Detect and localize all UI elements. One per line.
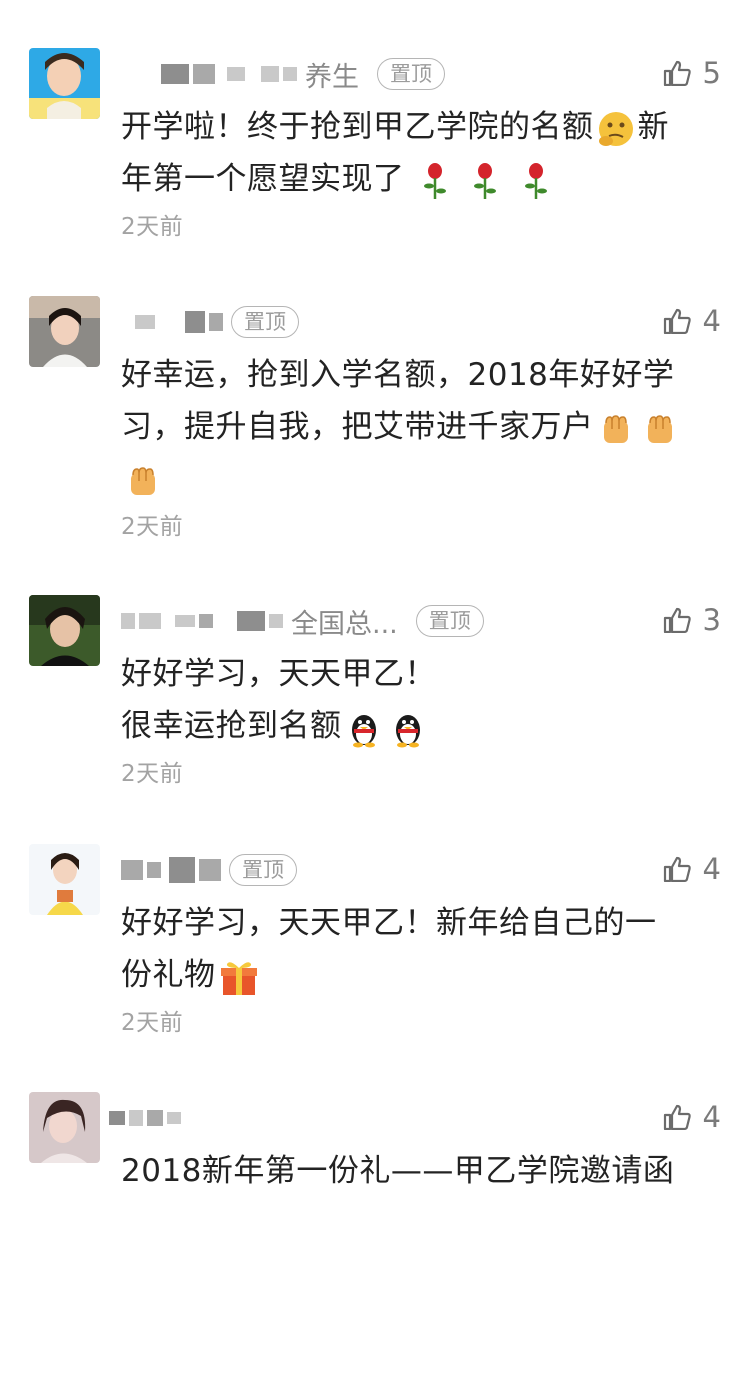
- comment-line: 好好学习，天天甲乙！: [121, 656, 436, 692]
- comment-line: 很幸运抢到名额: [121, 708, 342, 744]
- thumbs-up-icon: [663, 856, 691, 882]
- blurred-username: [121, 311, 223, 333]
- rose-emoji: [518, 161, 554, 201]
- comment-time: 2天前: [121, 514, 184, 540]
- comment-text: 好好学习，天天甲乙！新年给自己的一 份礼物 2天前: [121, 897, 721, 1043]
- comment-text: 好好学习，天天甲乙！ 很幸运抢到名额 2天前: [121, 648, 721, 794]
- comment-item: 置顶 4 好幸运，抢到入学名额，2018年好好学 习，提升自我，把艾带进千家万户…: [0, 296, 749, 596]
- blurred-username: [121, 857, 221, 883]
- like-count: 4: [702, 304, 721, 338]
- comment-time: 2天前: [121, 1010, 184, 1036]
- comment-time: 2天前: [121, 761, 184, 787]
- like-count: 5: [702, 56, 721, 90]
- thumbs-up-icon: [663, 308, 691, 334]
- comment-line: 开学啦！终于抢到甲乙学院的名额: [121, 109, 594, 145]
- thinking-face-emoji: [596, 109, 636, 149]
- comment-line: 好幸运，抢到入学名额，2018年好好学: [121, 357, 675, 393]
- like-count: 3: [702, 603, 721, 637]
- comment-time: 2天前: [121, 214, 184, 240]
- penguin-emoji: [344, 708, 384, 748]
- penguin-emoji: [388, 708, 428, 748]
- like-button[interactable]: 4: [663, 304, 721, 338]
- comment-header: 置顶: [121, 852, 297, 888]
- top-bar: [0, 0, 749, 40]
- thumbs-up-icon: [663, 60, 691, 86]
- comment-line: 份礼物: [121, 957, 216, 993]
- comment-text: 2018新年第一份礼——甲乙学院邀请函: [121, 1145, 721, 1197]
- like-button[interactable]: 5: [663, 56, 721, 90]
- blurred-username: [121, 611, 283, 631]
- like-count: 4: [702, 852, 721, 886]
- raised-fist-emoji: [123, 461, 163, 501]
- comment-header: [109, 1100, 189, 1136]
- comment-text: 开学啦！终于抢到甲乙学院的名额 新 年第一个愿望实现了 2天前: [121, 101, 721, 247]
- comment-line: 新: [637, 109, 669, 145]
- comment-line: 好好学习，天天甲乙！新年给自己的一: [121, 905, 657, 941]
- avatar[interactable]: [29, 1092, 100, 1163]
- thumbs-up-icon: [663, 1104, 691, 1130]
- like-count: 4: [702, 1100, 721, 1134]
- avatar[interactable]: [29, 595, 100, 666]
- comment-header: 全国总... 置顶: [121, 602, 484, 641]
- comment-header: 养生 置顶: [121, 55, 445, 94]
- avatar[interactable]: [29, 296, 100, 367]
- raised-fist-emoji: [596, 409, 636, 449]
- like-button[interactable]: 4: [663, 1100, 721, 1134]
- raised-fist-emoji: [640, 409, 680, 449]
- comment-line: 2018新年第一份礼——甲乙学院邀请函: [121, 1153, 675, 1189]
- pinned-badge: 置顶: [231, 306, 299, 338]
- blurred-username: [109, 1110, 181, 1126]
- avatar[interactable]: [29, 48, 100, 119]
- comment-line: 年第一个愿望实现了: [121, 161, 405, 197]
- comment-header: 置顶: [121, 304, 299, 340]
- thumbs-up-icon: [663, 607, 691, 633]
- gift-emoji: [218, 957, 260, 997]
- like-button[interactable]: 4: [663, 852, 721, 886]
- rose-emoji: [417, 161, 453, 201]
- pinned-badge: 置顶: [415, 605, 484, 637]
- like-button[interactable]: 3: [663, 603, 721, 637]
- blurred-username: [121, 64, 297, 84]
- comment-line: 习，提升自我，把艾带进千家万户: [121, 409, 594, 445]
- rose-emoji: [467, 161, 503, 201]
- pinned-badge: 置顶: [229, 854, 297, 886]
- avatar[interactable]: [29, 844, 100, 915]
- comment-item: 4 2018新年第一份礼——甲乙学院邀请函: [0, 1092, 749, 1392]
- pinned-badge: 置顶: [377, 58, 445, 90]
- comment-text: 好幸运，抢到入学名额，2018年好好学 习，提升自我，把艾带进千家万户 2天前: [121, 349, 721, 547]
- username[interactable]: 养生: [305, 55, 359, 94]
- username[interactable]: 全国总...: [291, 602, 398, 641]
